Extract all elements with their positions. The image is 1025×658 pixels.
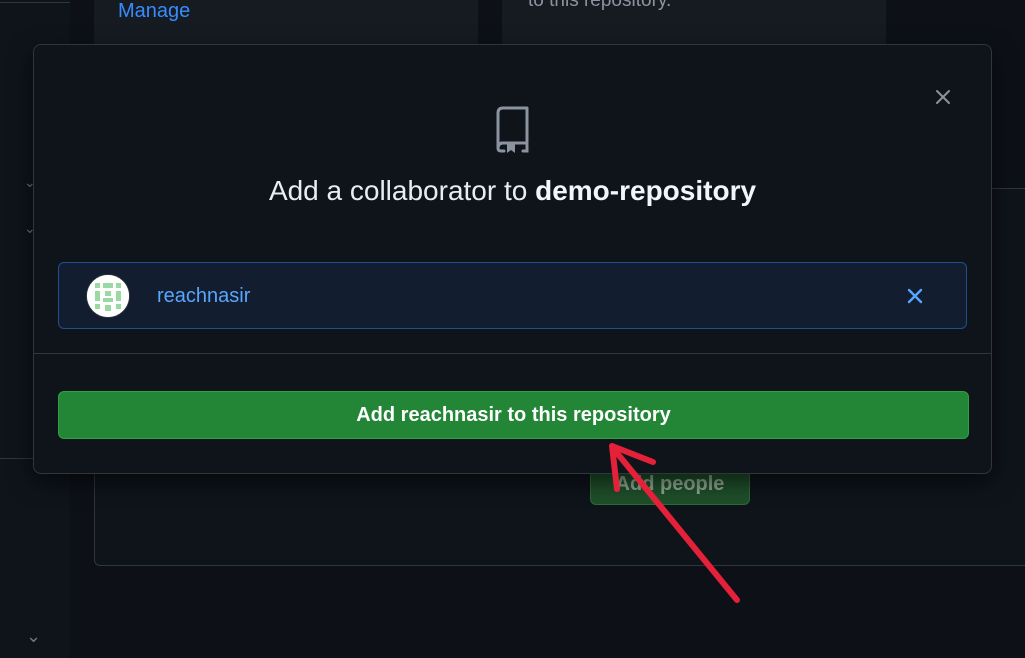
identicon-icon (87, 275, 129, 317)
selected-user-chip: reachnasir (58, 262, 967, 329)
divider (0, 2, 70, 3)
close-icon (936, 90, 950, 104)
selected-username: reachnasir (157, 285, 251, 307)
divider (34, 353, 991, 354)
manage-link[interactable]: Manage (118, 0, 190, 23)
remove-user-button[interactable] (904, 285, 926, 307)
background-card-text: to this repository. (528, 0, 672, 11)
close-icon (907, 288, 923, 304)
dialog-title: Add a collaborator to demo-repository (34, 175, 991, 207)
repository-name: demo-repository (535, 175, 757, 206)
close-button[interactable] (931, 85, 955, 109)
repo-icon (496, 106, 529, 153)
page: ⌄ ⌄ ⌄ Manage to this repository. Add peo… (0, 0, 1025, 658)
add-collaborator-button[interactable]: Add reachnasir to this repository (58, 391, 969, 439)
dialog-title-prefix: Add a collaborator to (268, 175, 536, 206)
add-collaborator-dialog: Add a collaborator to demo-repository re… (33, 44, 992, 474)
chevron-down-icon[interactable]: ⌄ (26, 626, 41, 647)
avatar (86, 274, 130, 318)
